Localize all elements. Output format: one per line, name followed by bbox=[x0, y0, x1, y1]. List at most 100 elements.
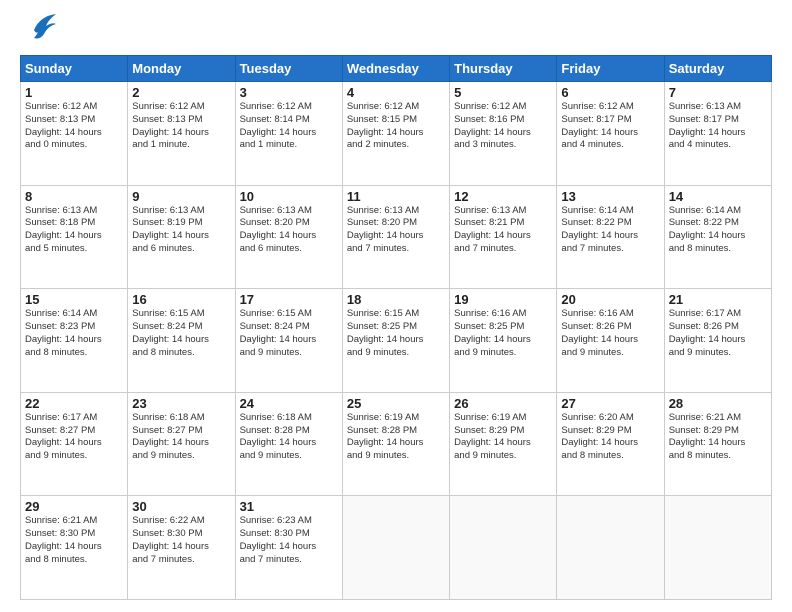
header-monday: Monday bbox=[128, 56, 235, 82]
cell-info: Sunrise: 6:12 AMSunset: 8:14 PMDaylight:… bbox=[240, 101, 338, 152]
day-number: 13 bbox=[561, 189, 659, 204]
calendar-cell: 12Sunrise: 6:13 AMSunset: 8:21 PMDayligh… bbox=[450, 185, 557, 289]
calendar-cell: 20Sunrise: 6:16 AMSunset: 8:26 PMDayligh… bbox=[557, 289, 664, 393]
calendar-cell bbox=[450, 496, 557, 600]
calendar-cell: 25Sunrise: 6:19 AMSunset: 8:28 PMDayligh… bbox=[342, 392, 449, 496]
day-number: 16 bbox=[132, 292, 230, 307]
cell-info: Sunrise: 6:18 AMSunset: 8:28 PMDaylight:… bbox=[240, 412, 338, 463]
header-wednesday: Wednesday bbox=[342, 56, 449, 82]
day-number: 6 bbox=[561, 85, 659, 100]
day-number: 3 bbox=[240, 85, 338, 100]
cell-info: Sunrise: 6:13 AMSunset: 8:20 PMDaylight:… bbox=[240, 205, 338, 256]
day-number: 15 bbox=[25, 292, 123, 307]
cell-info: Sunrise: 6:12 AMSunset: 8:15 PMDaylight:… bbox=[347, 101, 445, 152]
calendar-cell bbox=[664, 496, 771, 600]
cell-info: Sunrise: 6:20 AMSunset: 8:29 PMDaylight:… bbox=[561, 412, 659, 463]
calendar-cell: 18Sunrise: 6:15 AMSunset: 8:25 PMDayligh… bbox=[342, 289, 449, 393]
cell-info: Sunrise: 6:18 AMSunset: 8:27 PMDaylight:… bbox=[132, 412, 230, 463]
day-number: 29 bbox=[25, 499, 123, 514]
day-number: 24 bbox=[240, 396, 338, 411]
cell-info: Sunrise: 6:22 AMSunset: 8:30 PMDaylight:… bbox=[132, 515, 230, 566]
cell-info: Sunrise: 6:12 AMSunset: 8:13 PMDaylight:… bbox=[132, 101, 230, 152]
day-number: 8 bbox=[25, 189, 123, 204]
calendar-week-row: 22Sunrise: 6:17 AMSunset: 8:27 PMDayligh… bbox=[21, 392, 772, 496]
cell-info: Sunrise: 6:13 AMSunset: 8:18 PMDaylight:… bbox=[25, 205, 123, 256]
day-number: 12 bbox=[454, 189, 552, 204]
calendar-cell: 9Sunrise: 6:13 AMSunset: 8:19 PMDaylight… bbox=[128, 185, 235, 289]
calendar-cell: 5Sunrise: 6:12 AMSunset: 8:16 PMDaylight… bbox=[450, 82, 557, 186]
header-sunday: Sunday bbox=[21, 56, 128, 82]
calendar-cell: 17Sunrise: 6:15 AMSunset: 8:24 PMDayligh… bbox=[235, 289, 342, 393]
cell-info: Sunrise: 6:15 AMSunset: 8:24 PMDaylight:… bbox=[240, 308, 338, 359]
cell-info: Sunrise: 6:19 AMSunset: 8:28 PMDaylight:… bbox=[347, 412, 445, 463]
cell-info: Sunrise: 6:16 AMSunset: 8:26 PMDaylight:… bbox=[561, 308, 659, 359]
header-saturday: Saturday bbox=[664, 56, 771, 82]
calendar-cell: 31Sunrise: 6:23 AMSunset: 8:30 PMDayligh… bbox=[235, 496, 342, 600]
logo-bird-icon bbox=[28, 12, 58, 45]
calendar-cell: 29Sunrise: 6:21 AMSunset: 8:30 PMDayligh… bbox=[21, 496, 128, 600]
cell-info: Sunrise: 6:14 AMSunset: 8:22 PMDaylight:… bbox=[561, 205, 659, 256]
calendar-cell: 28Sunrise: 6:21 AMSunset: 8:29 PMDayligh… bbox=[664, 392, 771, 496]
day-number: 2 bbox=[132, 85, 230, 100]
calendar-cell: 16Sunrise: 6:15 AMSunset: 8:24 PMDayligh… bbox=[128, 289, 235, 393]
calendar-cell: 23Sunrise: 6:18 AMSunset: 8:27 PMDayligh… bbox=[128, 392, 235, 496]
day-number: 31 bbox=[240, 499, 338, 514]
day-number: 19 bbox=[454, 292, 552, 307]
calendar-cell bbox=[342, 496, 449, 600]
calendar-cell: 7Sunrise: 6:13 AMSunset: 8:17 PMDaylight… bbox=[664, 82, 771, 186]
day-number: 17 bbox=[240, 292, 338, 307]
page: Sunday Monday Tuesday Wednesday Thursday… bbox=[0, 0, 792, 612]
calendar-cell: 26Sunrise: 6:19 AMSunset: 8:29 PMDayligh… bbox=[450, 392, 557, 496]
calendar-cell: 3Sunrise: 6:12 AMSunset: 8:14 PMDaylight… bbox=[235, 82, 342, 186]
calendar-cell: 13Sunrise: 6:14 AMSunset: 8:22 PMDayligh… bbox=[557, 185, 664, 289]
calendar-cell: 19Sunrise: 6:16 AMSunset: 8:25 PMDayligh… bbox=[450, 289, 557, 393]
cell-info: Sunrise: 6:14 AMSunset: 8:22 PMDaylight:… bbox=[669, 205, 767, 256]
cell-info: Sunrise: 6:13 AMSunset: 8:21 PMDaylight:… bbox=[454, 205, 552, 256]
day-number: 27 bbox=[561, 396, 659, 411]
cell-info: Sunrise: 6:13 AMSunset: 8:20 PMDaylight:… bbox=[347, 205, 445, 256]
cell-info: Sunrise: 6:13 AMSunset: 8:17 PMDaylight:… bbox=[669, 101, 767, 152]
calendar-cell: 14Sunrise: 6:14 AMSunset: 8:22 PMDayligh… bbox=[664, 185, 771, 289]
calendar-week-row: 29Sunrise: 6:21 AMSunset: 8:30 PMDayligh… bbox=[21, 496, 772, 600]
header-tuesday: Tuesday bbox=[235, 56, 342, 82]
day-number: 18 bbox=[347, 292, 445, 307]
cell-info: Sunrise: 6:12 AMSunset: 8:13 PMDaylight:… bbox=[25, 101, 123, 152]
calendar-cell: 8Sunrise: 6:13 AMSunset: 8:18 PMDaylight… bbox=[21, 185, 128, 289]
day-number: 23 bbox=[132, 396, 230, 411]
cell-info: Sunrise: 6:16 AMSunset: 8:25 PMDaylight:… bbox=[454, 308, 552, 359]
day-number: 9 bbox=[132, 189, 230, 204]
cell-info: Sunrise: 6:23 AMSunset: 8:30 PMDaylight:… bbox=[240, 515, 338, 566]
calendar-cell: 24Sunrise: 6:18 AMSunset: 8:28 PMDayligh… bbox=[235, 392, 342, 496]
calendar-cell: 2Sunrise: 6:12 AMSunset: 8:13 PMDaylight… bbox=[128, 82, 235, 186]
cell-info: Sunrise: 6:12 AMSunset: 8:16 PMDaylight:… bbox=[454, 101, 552, 152]
cell-info: Sunrise: 6:15 AMSunset: 8:24 PMDaylight:… bbox=[132, 308, 230, 359]
calendar-week-row: 1Sunrise: 6:12 AMSunset: 8:13 PMDaylight… bbox=[21, 82, 772, 186]
day-number: 5 bbox=[454, 85, 552, 100]
calendar-cell: 21Sunrise: 6:17 AMSunset: 8:26 PMDayligh… bbox=[664, 289, 771, 393]
day-number: 30 bbox=[132, 499, 230, 514]
calendar-cell: 4Sunrise: 6:12 AMSunset: 8:15 PMDaylight… bbox=[342, 82, 449, 186]
day-number: 28 bbox=[669, 396, 767, 411]
cell-info: Sunrise: 6:12 AMSunset: 8:17 PMDaylight:… bbox=[561, 101, 659, 152]
cell-info: Sunrise: 6:15 AMSunset: 8:25 PMDaylight:… bbox=[347, 308, 445, 359]
header-thursday: Thursday bbox=[450, 56, 557, 82]
header bbox=[20, 16, 772, 45]
cell-info: Sunrise: 6:19 AMSunset: 8:29 PMDaylight:… bbox=[454, 412, 552, 463]
day-number: 1 bbox=[25, 85, 123, 100]
day-number: 11 bbox=[347, 189, 445, 204]
day-number: 14 bbox=[669, 189, 767, 204]
header-friday: Friday bbox=[557, 56, 664, 82]
calendar-cell: 22Sunrise: 6:17 AMSunset: 8:27 PMDayligh… bbox=[21, 392, 128, 496]
calendar-cell: 6Sunrise: 6:12 AMSunset: 8:17 PMDaylight… bbox=[557, 82, 664, 186]
day-number: 20 bbox=[561, 292, 659, 307]
calendar-cell: 30Sunrise: 6:22 AMSunset: 8:30 PMDayligh… bbox=[128, 496, 235, 600]
calendar-header-row: Sunday Monday Tuesday Wednesday Thursday… bbox=[21, 56, 772, 82]
day-number: 21 bbox=[669, 292, 767, 307]
calendar-week-row: 8Sunrise: 6:13 AMSunset: 8:18 PMDaylight… bbox=[21, 185, 772, 289]
day-number: 26 bbox=[454, 396, 552, 411]
cell-info: Sunrise: 6:21 AMSunset: 8:29 PMDaylight:… bbox=[669, 412, 767, 463]
calendar-week-row: 15Sunrise: 6:14 AMSunset: 8:23 PMDayligh… bbox=[21, 289, 772, 393]
calendar-cell: 1Sunrise: 6:12 AMSunset: 8:13 PMDaylight… bbox=[21, 82, 128, 186]
day-number: 10 bbox=[240, 189, 338, 204]
calendar-cell: 10Sunrise: 6:13 AMSunset: 8:20 PMDayligh… bbox=[235, 185, 342, 289]
